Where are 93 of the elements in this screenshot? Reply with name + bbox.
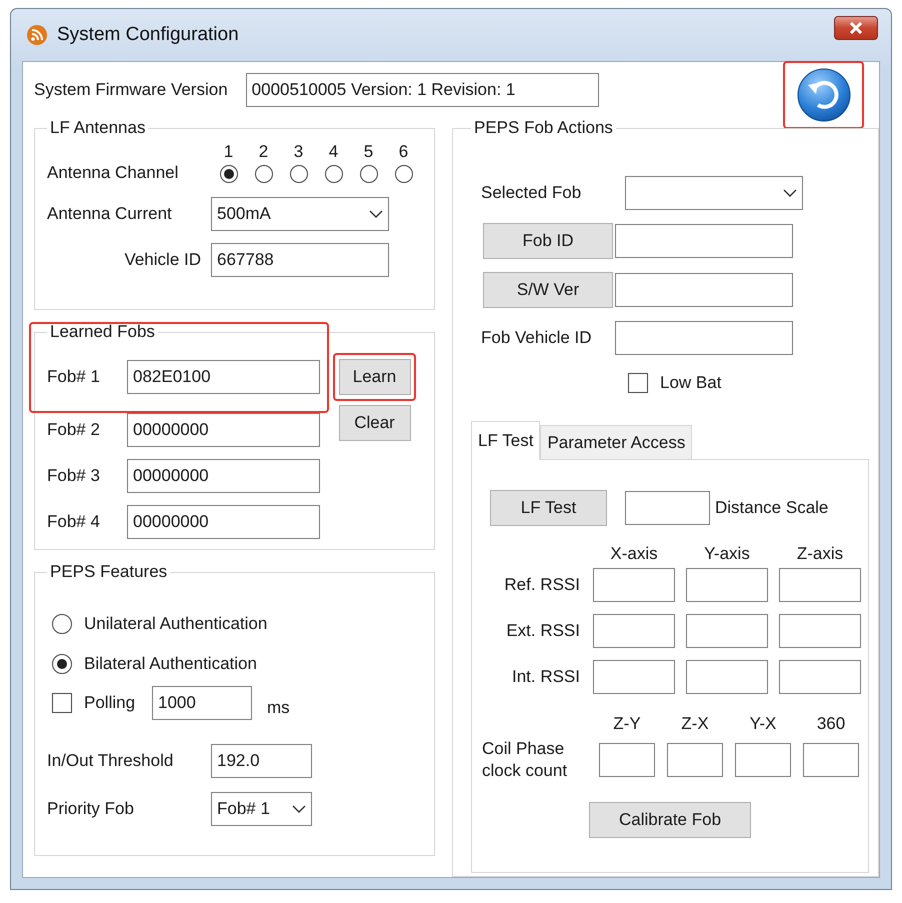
- action-button[interactable]: S/W Ver: [483, 272, 613, 308]
- action-button[interactable]: Fob ID: [483, 223, 613, 259]
- text-field[interactable]: [593, 568, 675, 602]
- chevron-icon: [369, 210, 383, 218]
- text-field[interactable]: [615, 321, 793, 355]
- firmware-field[interactable]: 0000510005 Version: 1 Revision: 1: [246, 73, 599, 107]
- text-field[interactable]: [686, 614, 768, 648]
- window-title: System Configuration: [57, 24, 240, 46]
- fob-field[interactable]: 082E0100: [127, 360, 320, 394]
- channel-number: 1: [224, 142, 234, 162]
- channel-number: 5: [364, 142, 374, 162]
- text-field[interactable]: [593, 660, 675, 694]
- text-field[interactable]: [686, 660, 768, 694]
- field-label: Fob# 3: [47, 466, 101, 486]
- text-field[interactable]: [593, 614, 675, 648]
- text-field[interactable]: [599, 743, 655, 777]
- field-label: Antenna Current: [47, 204, 173, 224]
- tab[interactable]: LF Test: [471, 421, 540, 460]
- checkbox[interactable]: [52, 693, 72, 713]
- option-label: Unilateral Authentication: [84, 614, 268, 634]
- text-field[interactable]: 192.0: [211, 744, 312, 778]
- row-label: Int. RSSI: [510, 667, 581, 687]
- column-header: Y-axis: [703, 544, 751, 564]
- group-title: Learned Fobs: [49, 322, 156, 342]
- text-field[interactable]: 1000: [152, 686, 252, 720]
- checkbox[interactable]: [628, 373, 648, 393]
- text-field[interactable]: 667788: [211, 243, 389, 277]
- group-title: PEPS Fob Actions: [473, 118, 614, 138]
- radio-button[interactable]: [324, 165, 342, 183]
- option-label: Low Bat: [660, 373, 722, 393]
- column-header: Y-X: [748, 714, 778, 734]
- text-field[interactable]: [625, 491, 710, 525]
- row-label: Ext. RSSI: [505, 621, 581, 641]
- group-title: PEPS Features: [49, 562, 168, 582]
- radio-button[interactable]: [290, 165, 308, 183]
- text-field[interactable]: [735, 743, 791, 777]
- chevron-icon: [292, 805, 306, 813]
- fob-field[interactable]: 00000000: [127, 413, 320, 447]
- dropdown[interactable]: 500mA: [211, 197, 389, 231]
- field-label: Vehicle ID: [123, 250, 202, 270]
- field-label: Fob Vehicle ID: [480, 328, 592, 347]
- text-field[interactable]: [686, 568, 768, 602]
- radio-button[interactable]: [52, 654, 72, 674]
- feed-icon: [26, 24, 48, 46]
- group-title: LF Antennas: [49, 118, 146, 138]
- radio-button[interactable]: [52, 614, 72, 634]
- fob-field[interactable]: 00000000: [127, 459, 320, 493]
- column-header: Z-X: [680, 714, 710, 734]
- radio-button[interactable]: [254, 165, 272, 183]
- chevron-icon: [783, 189, 797, 197]
- radio-button[interactable]: [394, 165, 412, 183]
- column-header: Z-Y: [612, 714, 642, 734]
- unit-label: ms: [267, 698, 290, 718]
- text-field[interactable]: [779, 614, 861, 648]
- text-field[interactable]: [779, 660, 861, 694]
- column-header: X-axis: [609, 544, 659, 564]
- option-label: Polling: [84, 693, 136, 713]
- field-label: Priority Fob: [47, 799, 135, 819]
- close-icon: [849, 22, 863, 34]
- field-label: In/Out Threshold: [47, 751, 174, 771]
- column-header: 360: [816, 714, 846, 734]
- channel-number: 6: [398, 142, 408, 162]
- dropdown[interactable]: [625, 176, 803, 210]
- action-button[interactable]: LF Test: [490, 490, 607, 526]
- radio-button[interactable]: [360, 165, 378, 183]
- field-label: Fob# 1: [47, 367, 101, 387]
- text-field[interactable]: [615, 273, 793, 307]
- field-label: Fob# 2: [47, 420, 101, 440]
- dropdown[interactable]: Fob# 1: [211, 792, 312, 826]
- channel-number: 4: [328, 142, 338, 162]
- action-button[interactable]: Learn: [338, 359, 410, 395]
- text-field[interactable]: [667, 743, 723, 777]
- channel-number: 2: [258, 142, 268, 162]
- text-field[interactable]: [803, 743, 859, 777]
- field-label: Selected Fob: [480, 183, 582, 203]
- option-label: Bilateral Authentication: [84, 654, 257, 674]
- action-button[interactable]: Calibrate Fob: [589, 802, 751, 838]
- field-label: System Firmware Version: [34, 80, 228, 100]
- field-label: Fob# 4: [47, 512, 101, 532]
- row-label: Coil Phase clock count: [482, 738, 568, 782]
- action-button[interactable]: Clear: [338, 405, 410, 441]
- column-header: Z-axis: [796, 544, 844, 564]
- field-label: Antenna Channel: [47, 163, 180, 183]
- channel-number: 3: [294, 142, 304, 162]
- row-label: Ref. RSSI: [503, 575, 581, 595]
- fob-field[interactable]: 00000000: [127, 505, 320, 539]
- close-button[interactable]: [834, 16, 878, 40]
- text-field[interactable]: [615, 224, 793, 258]
- refresh-button[interactable]: [796, 67, 852, 123]
- radio-button[interactable]: [220, 165, 238, 183]
- tab[interactable]: Parameter Access: [540, 425, 692, 459]
- text-field[interactable]: [779, 568, 861, 602]
- field-label: Distance Scale: [715, 498, 828, 518]
